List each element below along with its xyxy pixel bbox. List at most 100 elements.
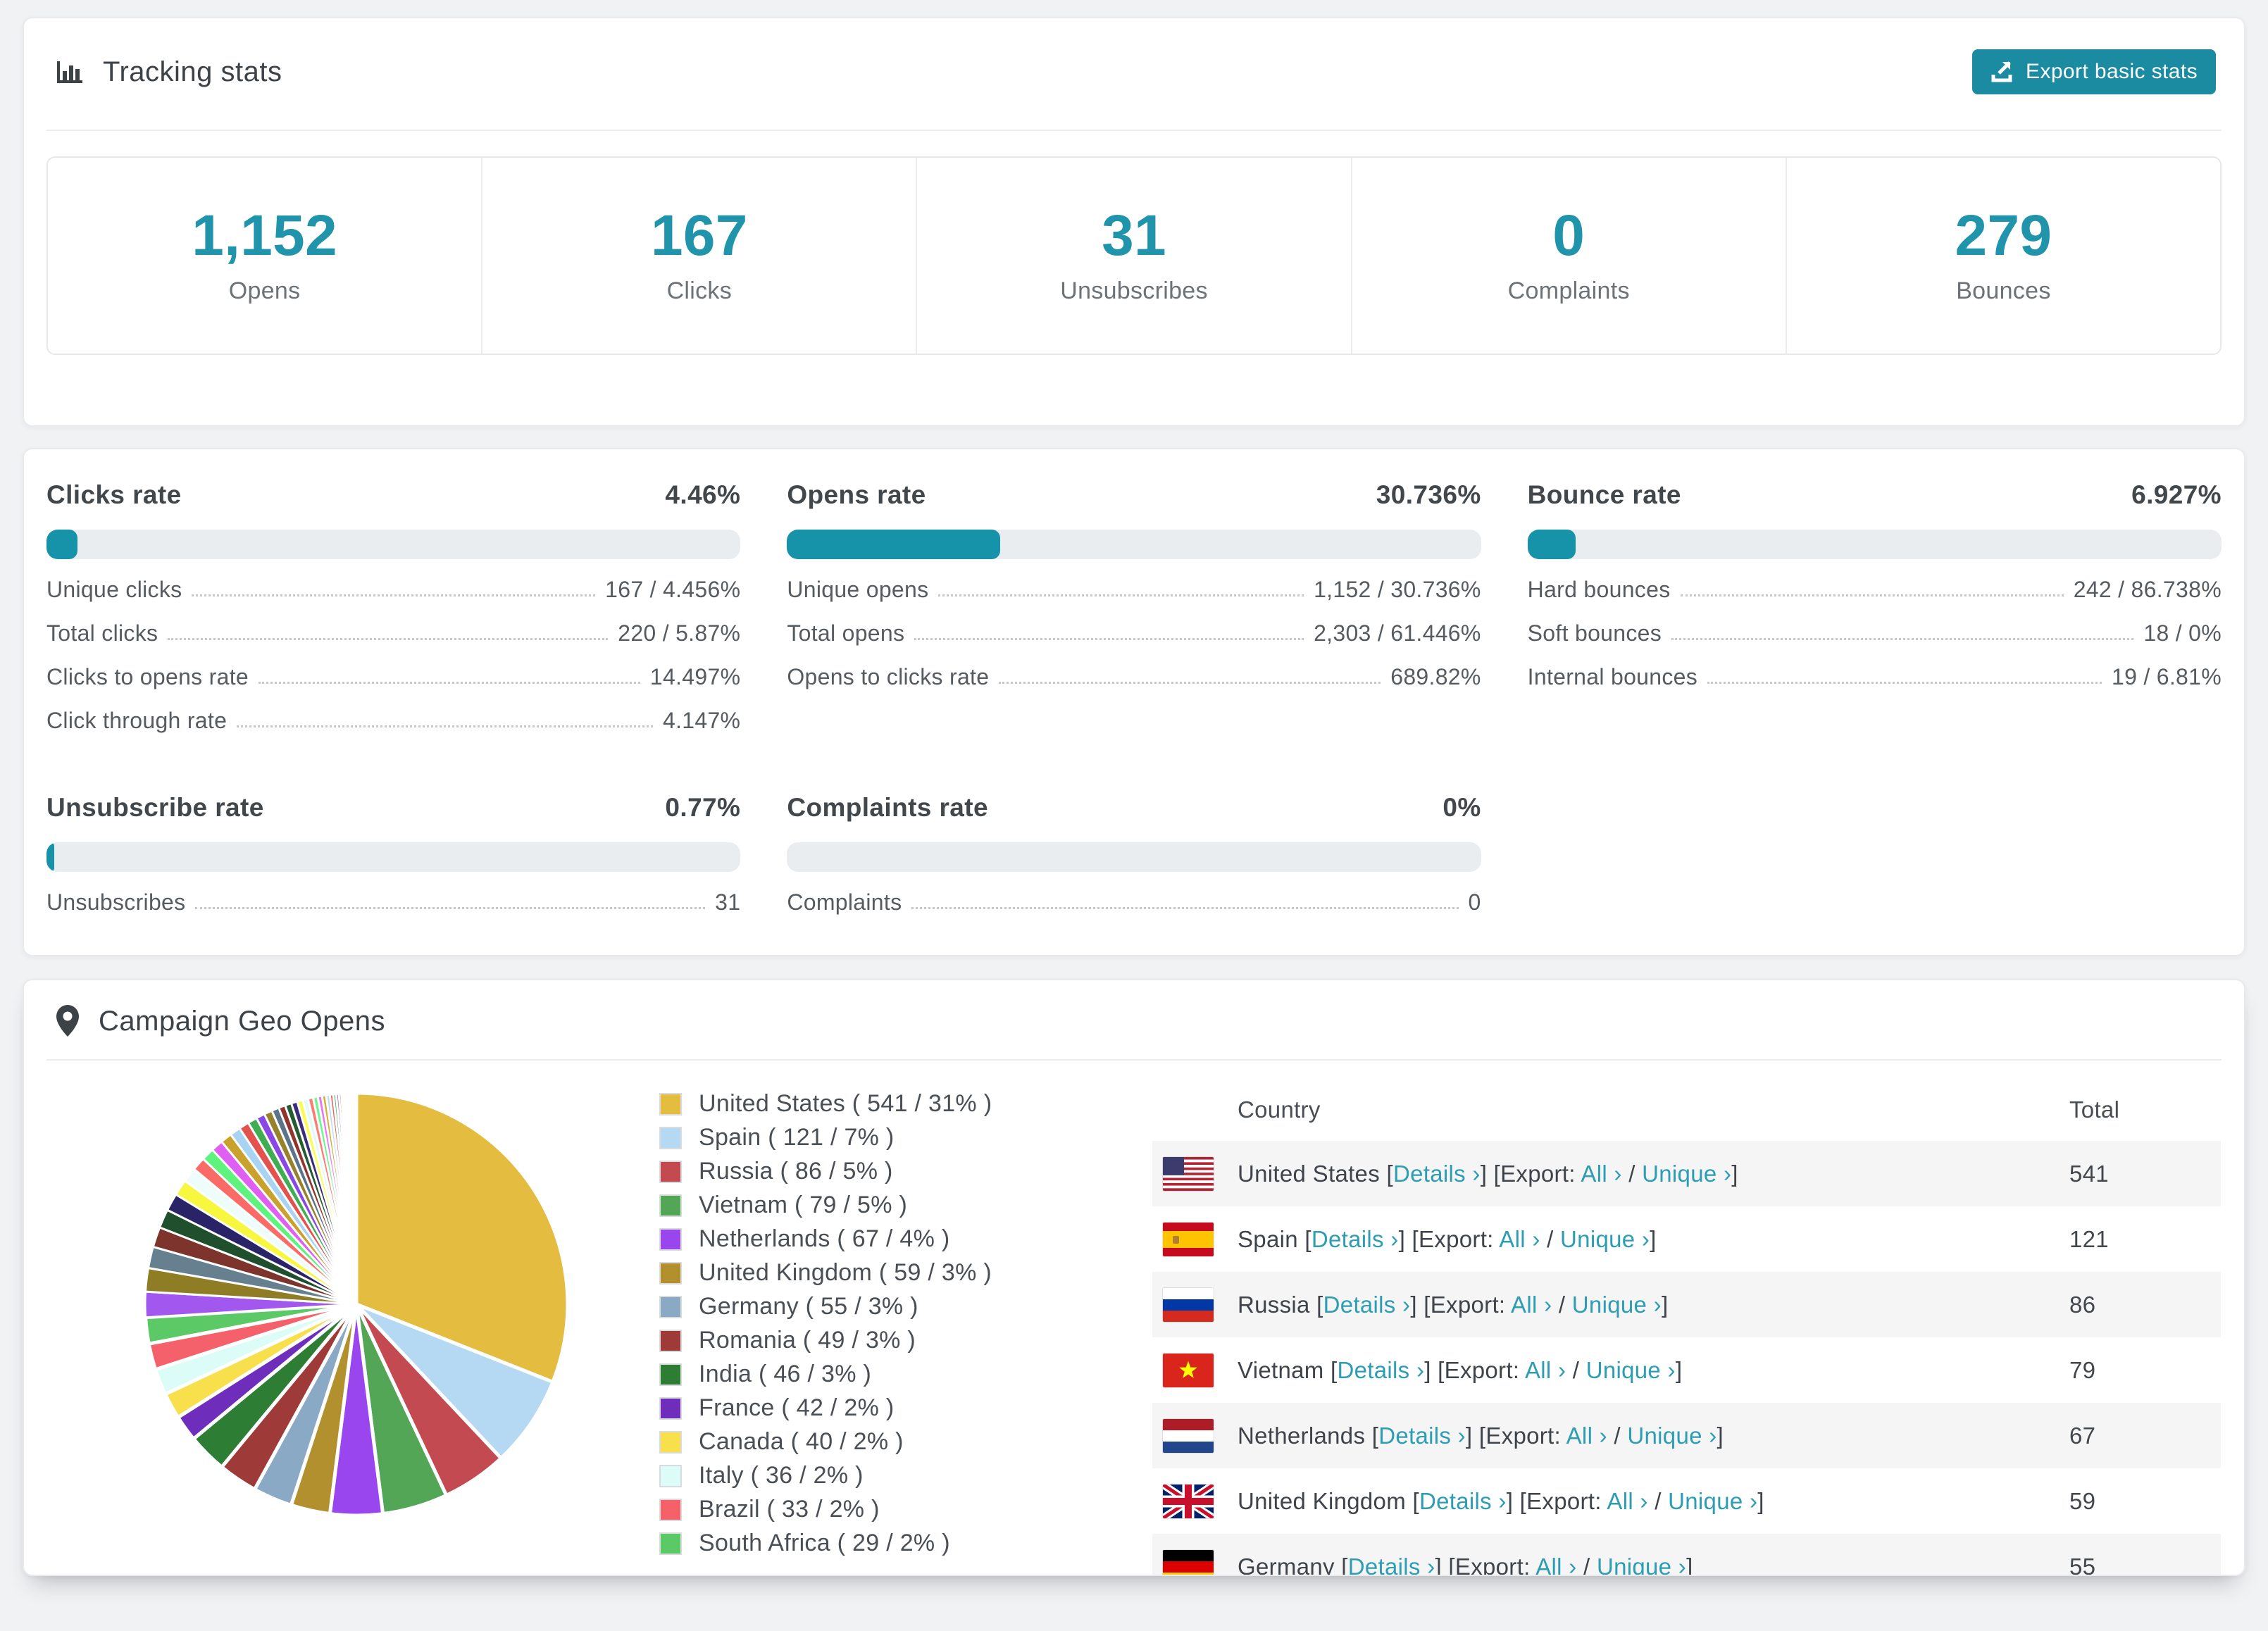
geo-table-row-russia: Russia [Details ›] [Export: All › / Uniq… [1152, 1272, 2221, 1337]
rate-rows: Unique opens 1,152 / 30.736% Total opens 2,… [787, 576, 1481, 690]
progress-track [1527, 530, 2222, 559]
geo-total-cell: 55 [2069, 1553, 2096, 1576]
tracking-stats-card: Tracking stats Export basic stats 1,152 O… [23, 17, 2245, 427]
export-unique-link[interactable]: Unique › [1597, 1554, 1686, 1575]
details-link[interactable]: Details › [1393, 1161, 1481, 1187]
rate-rows: Unsubscribes 31 [46, 889, 740, 916]
legend-swatch-icon [659, 1396, 682, 1420]
legend-item-india: India ( 46 / 3% ) [659, 1361, 1152, 1388]
progress-fill [46, 530, 77, 559]
stat-row-total-clicks: Total clicks 220 / 5.87% [46, 620, 740, 646]
stat-label: Total opens [787, 620, 905, 646]
bar-chart-icon [55, 57, 85, 87]
export-unique-link[interactable]: Unique › [1572, 1292, 1662, 1318]
export-icon [1990, 61, 2014, 83]
rate-rows: Unique clicks 167 / 4.456% Total clicks 220… [46, 576, 740, 734]
rate-title: Unsubscribe rate [46, 793, 264, 822]
export-all-link[interactable]: All › [1499, 1226, 1540, 1252]
legend-item-russia: Russia ( 86 / 5% ) [659, 1158, 1152, 1185]
stat-label: Unique opens [787, 577, 929, 602]
stat-label: Total clicks [46, 620, 158, 646]
tracking-stats-title: Tracking stats [103, 56, 282, 87]
stat-value: 1,152 / 30.736% [1314, 577, 1481, 602]
legend-swatch-icon [659, 1329, 682, 1352]
legend-swatch-icon [659, 1464, 682, 1487]
geo-country-cell: Spain [Details ›] [Export: All › / Uniqu… [1238, 1225, 1657, 1252]
stat-row-unsubscribes: Unsubscribes 31 [46, 889, 740, 916]
export-unique-link[interactable]: Unique › [1560, 1226, 1650, 1252]
stat-row-opens-to-clicks-rate: Opens to clicks rate 689.82% [787, 663, 1481, 690]
rate-head: Complaints rate 0% [787, 793, 1481, 823]
export-all-link[interactable]: All › [1525, 1357, 1566, 1383]
stat-row-internal-bounces: Internal bounces 19 / 6.81% [1528, 663, 2222, 690]
dotted-leader [195, 907, 706, 909]
export-all-link[interactable]: All › [1566, 1423, 1607, 1449]
details-link[interactable]: Details › [1419, 1488, 1507, 1514]
rate-panel-bounce-rate: Bounce rate 6.927% Hard bounces 242 / 86.73… [1527, 480, 2222, 734]
details-link[interactable]: Details › [1323, 1292, 1411, 1318]
summary-opens: 1,152 Opens [48, 158, 481, 354]
export-all-link[interactable]: All › [1511, 1292, 1552, 1318]
export-unique-link[interactable]: Unique › [1668, 1488, 1757, 1514]
legend-swatch-icon [659, 1532, 682, 1555]
geo-total-cell: 67 [2069, 1422, 2096, 1449]
rate-panel-complaints-rate: Complaints rate 0% Complaints 0 [787, 793, 1481, 916]
export-unique-link[interactable]: Unique › [1642, 1161, 1731, 1187]
stat-value: 220 / 5.87% [618, 620, 741, 646]
country-name: United States [ [1238, 1160, 1393, 1187]
legend-swatch-icon [659, 1295, 682, 1318]
stat-row-unique-opens: Unique opens 1,152 / 30.736% [787, 576, 1481, 603]
details-link[interactable]: Details › [1378, 1423, 1466, 1449]
stat-value: 167 / 4.456% [605, 577, 741, 602]
country-name: United Kingdom [ [1238, 1487, 1419, 1514]
dotted-leader [1707, 682, 2102, 684]
rate-head: Clicks rate 4.46% [46, 480, 740, 510]
progress-fill [46, 842, 54, 872]
dotted-leader [999, 682, 1381, 684]
geo-table-body: United States [Details ›] [Export: All ›… [1152, 1141, 2221, 1576]
geo-pie-chart[interactable] [46, 1079, 659, 1575]
ru-flag-icon [1163, 1287, 1214, 1322]
rates-grid: Clicks rate 4.46% Unique clicks 167 / 4.456… [46, 480, 2222, 916]
rate-head: Opens rate 30.736% [787, 480, 1481, 510]
rate-value: 0% [1443, 793, 1481, 822]
legend-item-united-kingdom: United Kingdom ( 59 / 3% ) [659, 1259, 1152, 1287]
legend-item-vietnam: Vietnam ( 79 / 5% ) [659, 1192, 1152, 1219]
legend-item-france: France ( 42 / 2% ) [659, 1394, 1152, 1422]
progress-track [46, 530, 741, 559]
legend-swatch-icon [659, 1160, 682, 1183]
stat-label: Internal bounces [1527, 664, 1698, 689]
rate-rows: Complaints 0 [787, 889, 1481, 916]
geo-country-cell: United States [Details ›] [Export: All ›… [1238, 1160, 1738, 1187]
export-basic-stats-button[interactable]: Export basic stats [1972, 49, 2216, 94]
stat-label: Clicks to opens rate [46, 664, 249, 689]
legend-label: Canada ( 40 / 2% ) [699, 1428, 904, 1455]
stat-value: 242 / 86.738% [2073, 577, 2222, 602]
export-unique-link[interactable]: Unique › [1586, 1357, 1676, 1383]
stat-row-click-through-rate: Click through rate 4.147% [46, 707, 740, 734]
export-all-link[interactable]: All › [1535, 1554, 1576, 1575]
rate-value: 6.927% [2131, 480, 2222, 509]
geo-total-cell: 541 [2069, 1160, 2109, 1187]
geo-country-cell: Russia [Details ›] [Export: All › / Uniq… [1238, 1291, 1669, 1318]
summary-stats-row: 1,152 Opens 167 Clicks 31 Unsubscribes 0 Compla… [46, 156, 2222, 355]
export-all-link[interactable]: All › [1607, 1488, 1647, 1514]
details-link[interactable]: Details › [1311, 1226, 1399, 1252]
export-unique-link[interactable]: Unique › [1627, 1423, 1716, 1449]
stat-label: Unsubscribes [46, 889, 186, 915]
rate-value: 4.46% [665, 480, 741, 509]
legend-swatch-icon [659, 1498, 682, 1521]
rate-rows: Hard bounces 242 / 86.738% Soft bounces 18 … [1528, 576, 2222, 690]
dotted-leader [1671, 638, 2134, 640]
rates-card: Clicks rate 4.46% Unique clicks 167 / 4.456… [23, 448, 2245, 956]
geo-total-cell: 121 [2069, 1225, 2109, 1252]
country-name: Netherlands [ [1238, 1422, 1379, 1449]
stat-row-clicks-to-opens-rate: Clicks to opens rate 14.497% [46, 663, 740, 690]
details-link[interactable]: Details › [1338, 1357, 1425, 1383]
export-all-link[interactable]: All › [1581, 1161, 1621, 1187]
legend-item-italy: Italy ( 36 / 2% ) [659, 1462, 1152, 1489]
geo-table-row-vietnam: Vietnam [Details ›] [Export: All › / Uni… [1152, 1337, 2221, 1403]
legend-label: Netherlands ( 67 / 4% ) [699, 1225, 950, 1252]
stat-row-hard-bounces: Hard bounces 242 / 86.738% [1528, 576, 2222, 603]
details-link[interactable]: Details › [1348, 1554, 1435, 1575]
